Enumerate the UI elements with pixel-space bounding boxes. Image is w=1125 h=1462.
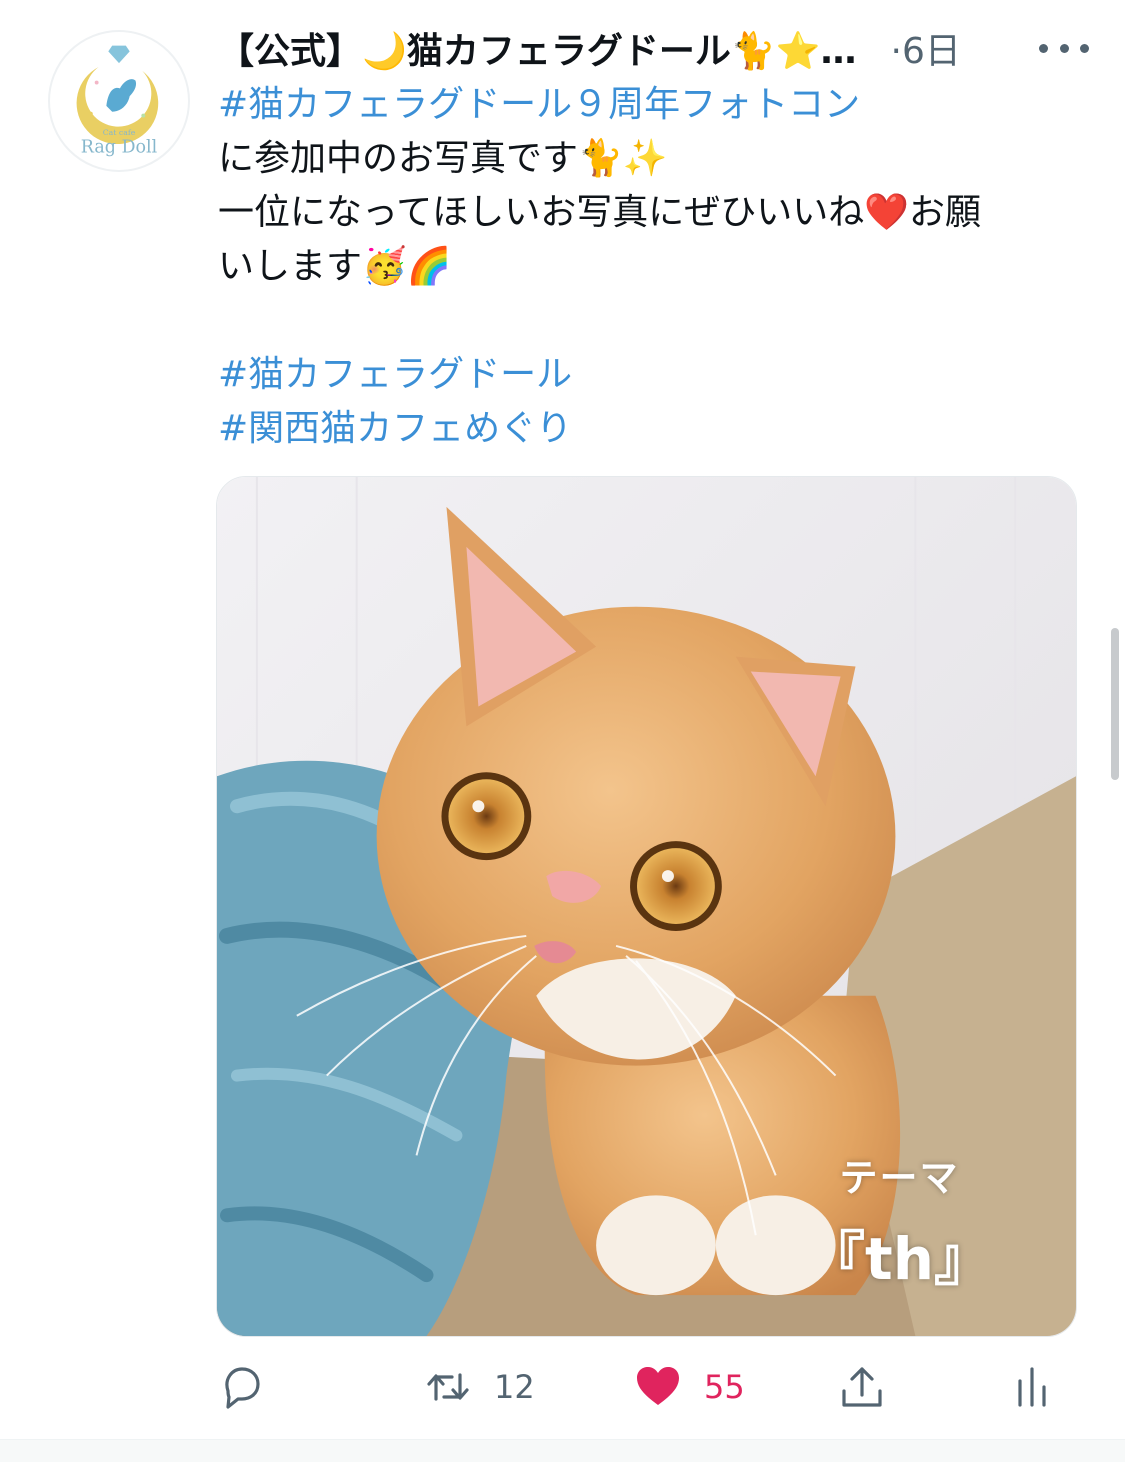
- text-line: いします🥳🌈: [218, 246, 452, 287]
- separator-dot: ·: [890, 31, 902, 72]
- next-item-edge: [0, 1440, 1125, 1462]
- analytics-icon: [1018, 1367, 1046, 1407]
- text-line: 一位になってほしいお写真にぜひいいね❤️お願: [218, 192, 982, 233]
- avatar-small-text: Cat cafe: [103, 128, 136, 137]
- like-button[interactable]: 55: [634, 1355, 745, 1419]
- like-count: 55: [704, 1368, 745, 1406]
- text-line: に参加中のお写真です🐈✨: [218, 138, 668, 179]
- retweet-button[interactable]: 12: [424, 1355, 535, 1419]
- retweet-count: 12: [494, 1368, 535, 1406]
- timestamp[interactable]: ·6日: [890, 22, 960, 74]
- tweet-photo[interactable]: テーマ 『th』: [216, 476, 1077, 1337]
- share-button[interactable]: [838, 1355, 886, 1419]
- display-name[interactable]: 【公式】🌙猫カフェラグドール🐈⭐…: [218, 22, 856, 74]
- avatar[interactable]: Cat cafe Rag Doll: [48, 30, 190, 172]
- rag-doll-logo: Cat cafe Rag Doll: [50, 32, 188, 170]
- dot: [1039, 43, 1048, 53]
- hashtag-cat-cafe[interactable]: #猫カフェラグドール: [218, 348, 1088, 402]
- avatar-text: Rag Doll: [81, 138, 158, 158]
- time-label: 6日: [901, 31, 961, 72]
- hashtag-kansai-cafe[interactable]: #関西猫カフェめぐり: [218, 402, 1088, 456]
- scrollbar[interactable]: [1111, 628, 1119, 780]
- share-icon: [842, 1367, 882, 1407]
- analytics-button[interactable]: [1008, 1355, 1056, 1419]
- reply-button[interactable]: [216, 1355, 264, 1419]
- reply-icon: [225, 1367, 260, 1409]
- tweet[interactable]: Cat cafe Rag Doll 【公式】🌙猫カフェラグドール🐈⭐… ·6日 …: [0, 0, 1125, 1462]
- dot: [1080, 43, 1089, 53]
- dot: [1059, 43, 1069, 53]
- tweet-header: 【公式】🌙猫カフェラグドール🐈⭐… ·6日: [218, 20, 1095, 76]
- heart-icon: [637, 1367, 679, 1405]
- overlay-name: 『th』: [806, 1225, 992, 1293]
- more-dots-icon[interactable]: [1039, 32, 1089, 64]
- overlay-theme: テーマ: [839, 1156, 960, 1200]
- action-bar: 12 55: [216, 1355, 1076, 1419]
- photo-overlay: テーマ 『th』: [807, 1147, 992, 1296]
- hashtag-photo-contest[interactable]: #猫カフェラグドール９周年フォトコン: [218, 78, 1088, 132]
- tweet-text: #猫カフェラグドール９周年フォトコン に参加中のお写真です🐈✨ 一位になってほし…: [218, 78, 1088, 456]
- retweet-icon: [427, 1373, 469, 1401]
